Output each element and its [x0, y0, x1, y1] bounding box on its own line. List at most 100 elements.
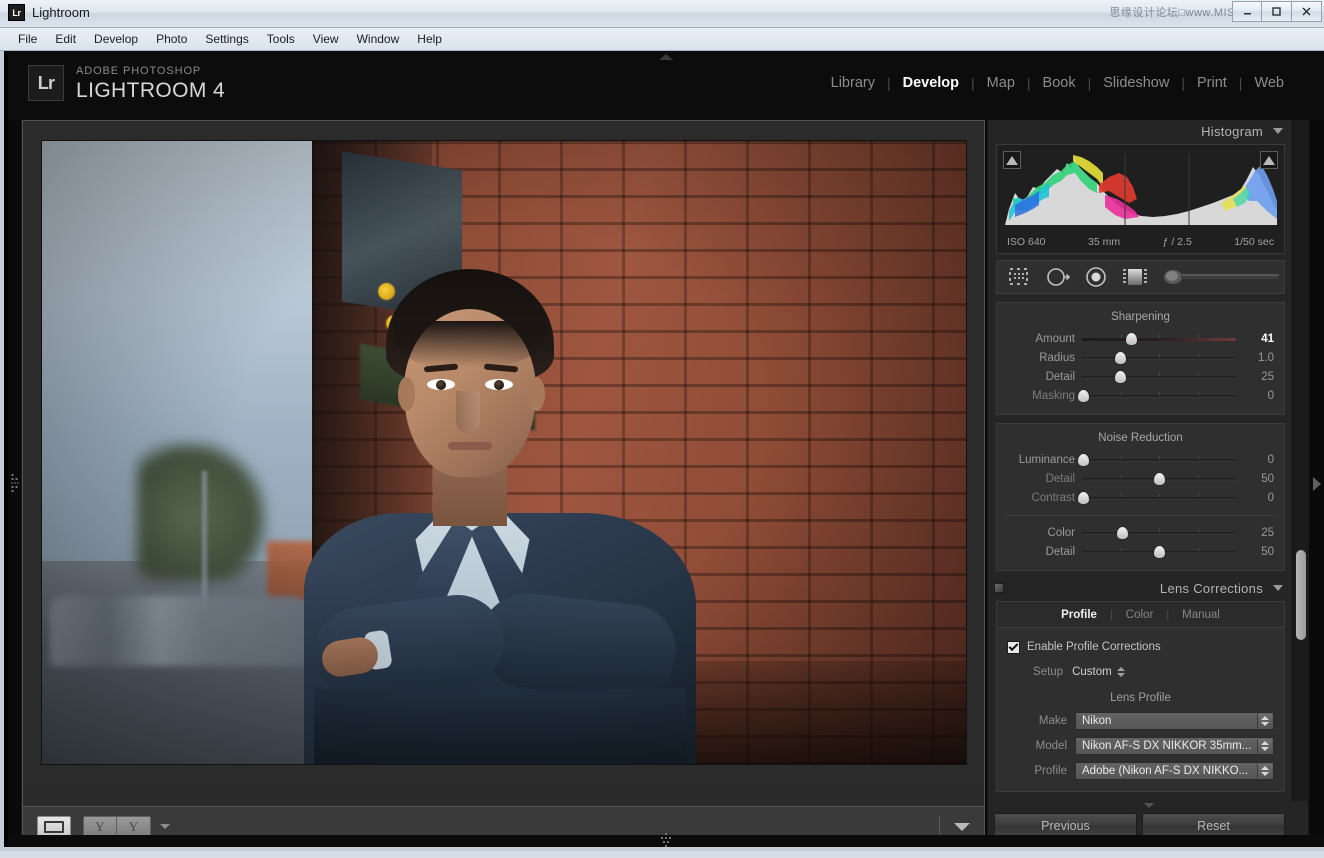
- menu-view[interactable]: View: [304, 30, 348, 48]
- toolbar-menu-button[interactable]: [954, 823, 970, 831]
- menu-edit[interactable]: Edit: [46, 30, 85, 48]
- setup-row[interactable]: Setup Custom: [997, 661, 1284, 683]
- menu-file[interactable]: File: [9, 30, 46, 48]
- slider-value[interactable]: 0: [1236, 390, 1276, 402]
- maximize-button[interactable]: [1262, 1, 1292, 22]
- slider-knob[interactable]: [1117, 527, 1128, 539]
- identity-plate[interactable]: Lr ADOBE PHOTOSHOP LIGHTROOM 4: [28, 65, 225, 101]
- menu-settings[interactable]: Settings: [196, 30, 257, 48]
- left-panel-collapse[interactable]: [8, 120, 22, 847]
- histogram-panel-header[interactable]: Histogram: [988, 120, 1293, 142]
- lightroom-logo-icon: Lr: [28, 65, 64, 101]
- histogram[interactable]: ISO 640 35 mm ƒ / 2.5 1/50 sec: [996, 144, 1285, 254]
- slider-knob[interactable]: [1154, 473, 1165, 485]
- slider-knob[interactable]: [1115, 352, 1126, 364]
- tab-color[interactable]: Color: [1113, 609, 1166, 621]
- slider-nr-contrast[interactable]: Contrast 0: [997, 488, 1284, 507]
- highlight-clipping-toggle[interactable]: [1260, 151, 1278, 169]
- right-panel-scrollbar[interactable]: [1292, 120, 1308, 847]
- top-panel-collapse-arrow[interactable]: [644, 51, 688, 63]
- slider-knob[interactable]: [1078, 492, 1089, 504]
- slider-knob[interactable]: [1154, 546, 1165, 558]
- setup-label: Setup: [1033, 666, 1063, 678]
- slider-sharpening-masking[interactable]: Masking 0: [997, 386, 1284, 405]
- more-views-button[interactable]: [160, 824, 170, 829]
- slider-value[interactable]: 50: [1236, 473, 1276, 485]
- module-web[interactable]: Web: [1242, 75, 1296, 91]
- slider-nr-luminance[interactable]: Luminance 0: [997, 450, 1284, 469]
- slider-nr-detail[interactable]: Detail 50: [997, 469, 1284, 488]
- close-button[interactable]: [1292, 1, 1322, 22]
- minimize-button[interactable]: [1232, 1, 1262, 22]
- slider-sharpening-radius[interactable]: Radius 1.0: [997, 348, 1284, 367]
- crop-overlay-tool[interactable]: [1007, 266, 1031, 288]
- slider-track[interactable]: [1082, 389, 1236, 403]
- setup-stepper-icon[interactable]: [1117, 667, 1125, 677]
- chevron-updown-icon[interactable]: [1257, 739, 1272, 753]
- slider-knob[interactable]: [1115, 371, 1126, 383]
- slider-value[interactable]: 0: [1236, 492, 1276, 504]
- slider-nr-color-detail[interactable]: Detail 50: [997, 542, 1284, 561]
- menu-photo[interactable]: Photo: [147, 30, 196, 48]
- menu-window[interactable]: Window: [348, 30, 409, 48]
- module-map[interactable]: Map: [975, 75, 1027, 91]
- before-after-button-2[interactable]: Y: [117, 816, 151, 837]
- slider-track[interactable]: [1082, 545, 1236, 559]
- adjustment-brush-tool[interactable]: [1163, 267, 1283, 287]
- chevron-updown-icon[interactable]: [1257, 764, 1272, 778]
- slider-track[interactable]: [1082, 351, 1236, 365]
- slider-value[interactable]: 41: [1236, 333, 1276, 345]
- slider-track[interactable]: [1082, 453, 1236, 467]
- right-panel-collapse[interactable]: [1308, 120, 1324, 847]
- slider-sharpening-amount[interactable]: Amount 41: [997, 329, 1284, 348]
- slider-knob[interactable]: [1126, 333, 1137, 345]
- menu-help[interactable]: Help: [408, 30, 451, 48]
- lens-make-dropdown[interactable]: Nikon: [1075, 712, 1274, 730]
- tab-manual[interactable]: Manual: [1169, 609, 1233, 621]
- menu-tools[interactable]: Tools: [258, 30, 304, 48]
- menu-develop[interactable]: Develop: [85, 30, 147, 48]
- module-print[interactable]: Print: [1185, 75, 1239, 91]
- scrollbar-thumb[interactable]: [1296, 550, 1306, 640]
- slider-knob[interactable]: [1078, 390, 1089, 402]
- enable-profile-corrections-checkbox[interactable]: [1007, 641, 1020, 654]
- enable-profile-corrections-row[interactable]: Enable Profile Corrections: [997, 637, 1284, 657]
- module-slideshow[interactable]: Slideshow: [1091, 75, 1181, 91]
- spot-removal-tool[interactable]: [1045, 266, 1071, 288]
- slider-sharpening-detail[interactable]: Detail 25: [997, 367, 1284, 386]
- module-develop[interactable]: Develop: [891, 75, 971, 91]
- setup-value[interactable]: Custom: [1072, 666, 1112, 678]
- lens-model-row[interactable]: Model Nikon AF-S DX NIKKOR 35mm...: [997, 735, 1284, 757]
- before-after-button-1[interactable]: Y: [83, 816, 117, 837]
- lens-model-dropdown[interactable]: Nikon AF-S DX NIKKOR 35mm...: [1075, 737, 1274, 755]
- loupe-view-button[interactable]: [37, 816, 71, 837]
- module-book[interactable]: Book: [1031, 75, 1088, 91]
- red-eye-correction-tool[interactable]: [1085, 266, 1107, 288]
- slider-value[interactable]: 50: [1236, 546, 1276, 558]
- module-library[interactable]: Library: [819, 75, 887, 91]
- slider-nr-color[interactable]: Color 25: [997, 523, 1284, 542]
- slider-value[interactable]: 0: [1236, 454, 1276, 466]
- lens-profile-dropdown[interactable]: Adobe (Nikon AF-S DX NIKKO...: [1075, 762, 1274, 780]
- slider-track[interactable]: [1082, 370, 1236, 384]
- filmstrip-collapse[interactable]: [8, 835, 1324, 847]
- tab-profile[interactable]: Profile: [1048, 609, 1110, 621]
- lens-make-row[interactable]: Make Nikon: [997, 710, 1284, 732]
- lens-profile-row[interactable]: Profile Adobe (Nikon AF-S DX NIKKO...: [997, 760, 1284, 782]
- photo-stage[interactable]: [23, 121, 984, 784]
- graduated-filter-tool[interactable]: [1121, 266, 1149, 288]
- slider-track[interactable]: [1082, 526, 1236, 540]
- slider-knob[interactable]: [1078, 454, 1089, 466]
- slider-value[interactable]: 1.0: [1236, 352, 1276, 364]
- lightroom-root: Lr ADOBE PHOTOSHOP LIGHTROOM 4 Library |…: [8, 51, 1324, 847]
- photo-image[interactable]: [42, 141, 966, 764]
- shadow-clipping-toggle[interactable]: [1003, 151, 1021, 169]
- slider-track[interactable]: [1082, 491, 1236, 505]
- slider-value[interactable]: 25: [1236, 371, 1276, 383]
- slider-value[interactable]: 25: [1236, 527, 1276, 539]
- lens-corrections-enable-switch[interactable]: [994, 583, 1004, 593]
- slider-track[interactable]: [1082, 472, 1236, 486]
- chevron-updown-icon[interactable]: [1257, 714, 1272, 728]
- lens-corrections-panel-header[interactable]: Lens Corrections: [988, 577, 1293, 599]
- slider-track[interactable]: [1082, 332, 1236, 346]
